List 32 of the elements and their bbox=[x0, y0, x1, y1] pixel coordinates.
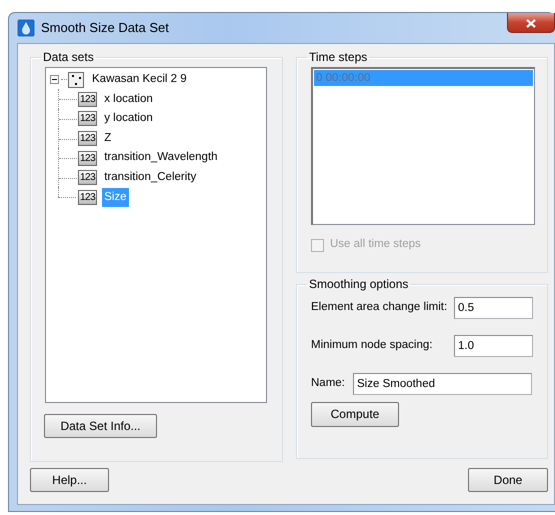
tree-item[interactable]: transition_Wavelength bbox=[102, 148, 220, 168]
input-field[interactable]: 0.5 bbox=[454, 296, 533, 319]
input-field[interactable]: 1.0 bbox=[454, 334, 533, 357]
tree-item[interactable]: y location bbox=[102, 109, 155, 128]
data-type-icon: 123 bbox=[78, 92, 98, 107]
data-type-icon: 123 bbox=[78, 190, 98, 205]
app-icon bbox=[17, 19, 35, 37]
window-title: Smooth Size Data Set bbox=[41, 19, 169, 38]
dialog-button[interactable]: Help... bbox=[30, 468, 109, 492]
field-label: Element area change limit: bbox=[311, 300, 448, 316]
tree-item[interactable]: Z bbox=[102, 128, 114, 148]
tree-item[interactable]: x location bbox=[102, 90, 155, 109]
data-type-icon: 123 bbox=[78, 150, 98, 166]
compute-button[interactable]: Compute bbox=[311, 402, 399, 427]
group-label: Data sets bbox=[42, 50, 95, 64]
field-label: Minimum node spacing: bbox=[311, 338, 434, 354]
data-type-icon: 123 bbox=[78, 170, 98, 186]
group-label: Time steps bbox=[308, 50, 368, 64]
tree-item[interactable]: Kawasan Kecil 2 9 bbox=[90, 70, 189, 90]
data-type-icon: 123 bbox=[78, 130, 98, 146]
scatter-points-icon bbox=[68, 72, 84, 88]
close-button[interactable] bbox=[507, 13, 555, 33]
checkbox-label: Use all time steps bbox=[330, 237, 421, 252]
data-set-info-button[interactable]: Data Set Info... bbox=[44, 414, 157, 438]
field-label: Name: bbox=[311, 376, 346, 392]
collapse-toggle[interactable] bbox=[50, 75, 59, 84]
data-type-icon: 123 bbox=[78, 111, 98, 126]
group-label: Smoothing options bbox=[308, 277, 410, 291]
input-field[interactable]: Size Smoothed bbox=[353, 372, 532, 395]
dialog-button[interactable]: Done bbox=[468, 468, 548, 492]
tree-item[interactable]: transition_Celerity bbox=[102, 168, 198, 188]
close-icon bbox=[526, 19, 536, 28]
